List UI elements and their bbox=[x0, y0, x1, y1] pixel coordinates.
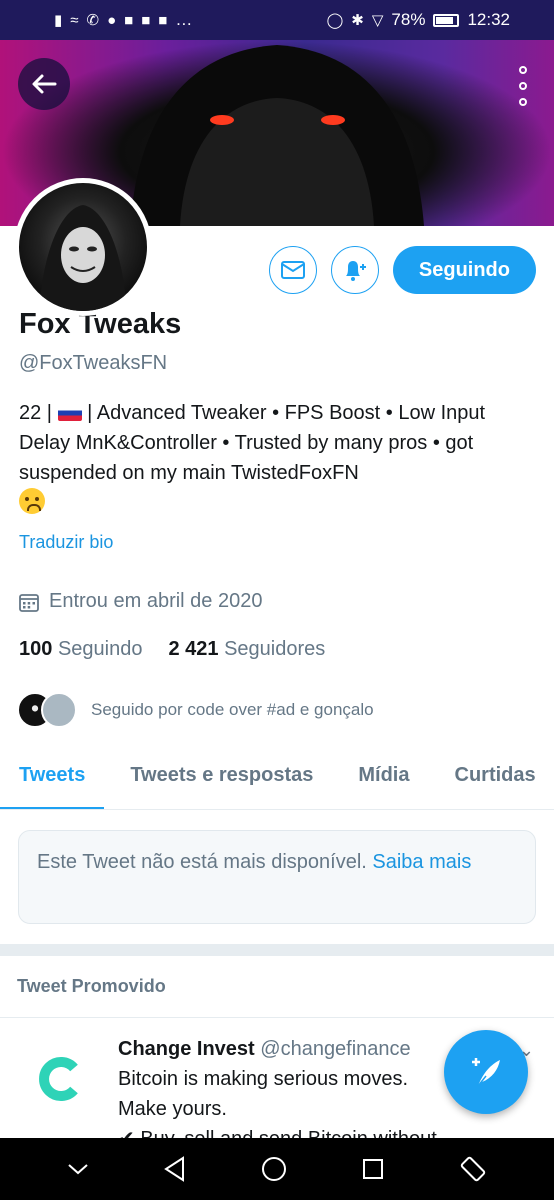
profile-handle: @FoxTweaksFN bbox=[19, 352, 168, 374]
followers-label: Seguidores bbox=[224, 638, 326, 660]
battery-icon bbox=[433, 13, 460, 27]
unavailable-tweet-notice: Este Tweet não está mais disponível. Sai… bbox=[18, 830, 536, 924]
more-notifications: … bbox=[175, 10, 193, 29]
join-date-text: Entrou em abril de 2020 bbox=[49, 590, 263, 612]
mail-icon bbox=[280, 261, 305, 279]
dot-icon bbox=[519, 66, 527, 74]
dot-icon bbox=[519, 82, 527, 90]
phone-icon: ✆ bbox=[86, 11, 100, 29]
alarm-icon: ◯ bbox=[326, 11, 344, 29]
more-options-button[interactable] bbox=[516, 66, 530, 106]
recents-square-icon[interactable] bbox=[361, 1157, 385, 1181]
status-icons-right: ◯ ✱ ▽ 78% 12:32 bbox=[327, 10, 541, 30]
arrow-left-icon bbox=[32, 74, 57, 94]
translate-bio-link[interactable]: Traduzir bio bbox=[19, 532, 113, 553]
clock: 12:32 bbox=[467, 10, 510, 29]
discord-icon: ■ bbox=[141, 11, 151, 29]
profile-tabs: Tweets Tweets e respostas Mídia Curtidas bbox=[0, 740, 554, 810]
tab-tweets[interactable]: Tweets bbox=[0, 740, 105, 809]
following-stat[interactable]: 100 Seguindo bbox=[19, 638, 142, 661]
mutual-avatars bbox=[17, 692, 77, 728]
discord-icon: ■ bbox=[158, 11, 168, 29]
chevron-down-icon[interactable] bbox=[67, 1162, 89, 1176]
followers-stat[interactable]: 2 421 Seguidores bbox=[168, 638, 325, 661]
change-invest-logo-icon[interactable] bbox=[36, 1054, 86, 1104]
slovenia-flag-icon bbox=[57, 405, 82, 421]
ad-handle: @changefinance bbox=[260, 1038, 411, 1060]
notifications-button[interactable] bbox=[330, 246, 379, 294]
home-circle-icon[interactable] bbox=[261, 1156, 287, 1182]
followed-by-text: Seguido por code over #ad e gonçalo bbox=[91, 700, 374, 719]
wifi-icon: ≈ bbox=[70, 11, 79, 29]
back-button[interactable] bbox=[18, 58, 70, 110]
bluetooth-icon: ✱ bbox=[351, 11, 364, 29]
rotate-screen-icon[interactable] bbox=[459, 1155, 487, 1183]
profile-bio: 22 | | Advanced Tweaker • FPS Boost • Lo… bbox=[19, 398, 534, 519]
avatar bbox=[41, 692, 77, 728]
tab-media[interactable]: Mídia bbox=[358, 740, 409, 809]
signal-icon: ▮ bbox=[54, 11, 63, 29]
sad-face-icon bbox=[19, 488, 45, 514]
followed-by[interactable]: Seguido por code over #ad e gonçalo bbox=[17, 692, 374, 728]
dot-icon bbox=[519, 98, 527, 106]
message-button[interactable] bbox=[268, 246, 317, 294]
divider bbox=[0, 1017, 554, 1018]
promoted-label: Tweet Promovido bbox=[17, 976, 166, 996]
follow-stats: 100 Seguindo 2 421 Seguidores bbox=[19, 638, 325, 661]
bio-text: | Advanced Tweaker • FPS Boost • Low Inp… bbox=[19, 402, 486, 484]
ad-author: Change Invest bbox=[118, 1038, 255, 1060]
system-nav-bar bbox=[0, 1138, 554, 1200]
following-count: 100 bbox=[19, 638, 53, 660]
ad-line-1: Bitcoin is making serious moves. bbox=[118, 1068, 409, 1090]
avatar-art bbox=[39, 205, 127, 311]
battery-percent: 78% bbox=[391, 10, 426, 29]
discord-icon: ■ bbox=[124, 11, 134, 29]
money-bag-icon: ● bbox=[107, 11, 117, 29]
bell-plus-icon bbox=[345, 261, 366, 281]
learn-more-link[interactable]: Saiba mais bbox=[372, 851, 471, 873]
feather-plus-icon bbox=[472, 1058, 500, 1087]
mute-icon: ▽ bbox=[371, 11, 384, 29]
tab-tweets-replies[interactable]: Tweets e respostas bbox=[130, 740, 313, 809]
status-bar: ▮ ≈ ✆ ● ■ ■ ■ … ◯ ✱ ▽ 78% 12:32 bbox=[0, 0, 554, 40]
tab-likes[interactable]: Curtidas bbox=[455, 740, 536, 809]
join-date: Entrou em abril de 2020 bbox=[19, 590, 262, 613]
compose-tweet-button[interactable] bbox=[444, 1030, 528, 1114]
followers-count: 2 421 bbox=[168, 638, 219, 660]
profile-actions: Seguindo bbox=[268, 246, 536, 294]
status-icons-left: ▮ ≈ ✆ ● ■ ■ ■ … bbox=[14, 10, 327, 30]
calendar-icon bbox=[19, 593, 39, 612]
following-label: Seguindo bbox=[57, 638, 143, 660]
following-button[interactable]: Seguindo bbox=[392, 246, 536, 294]
ad-line-2: Make yours. bbox=[118, 1098, 227, 1120]
bio-prefix: 22 | bbox=[19, 402, 52, 424]
avatar[interactable] bbox=[14, 178, 152, 316]
section-divider bbox=[0, 944, 554, 956]
unavailable-text: Este Tweet não está mais disponível. bbox=[37, 851, 367, 873]
back-triangle-icon[interactable] bbox=[163, 1156, 187, 1182]
